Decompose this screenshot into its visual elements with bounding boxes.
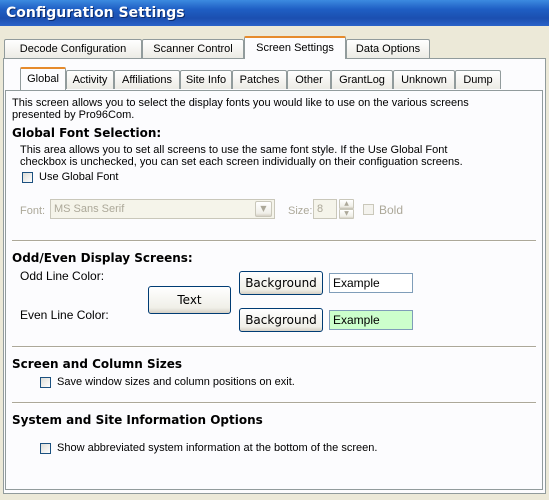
tab-decode-configuration[interactable]: Decode Configuration bbox=[4, 39, 142, 58]
tab-screen-settings[interactable]: Screen Settings bbox=[244, 36, 346, 59]
odd-even-heading: Odd/Even Display Screens: bbox=[12, 251, 193, 265]
even-line-color-label: Even Line Color: bbox=[20, 308, 109, 322]
bold-label: Bold bbox=[379, 203, 404, 217]
global-font-desc-line2: checkbox is unchecked, you can set each … bbox=[20, 156, 463, 168]
even-background-button[interactable]: Background bbox=[239, 308, 323, 332]
font-select-value: MS Sans Serif bbox=[54, 203, 125, 215]
text-color-button[interactable]: Text bbox=[148, 286, 231, 314]
font-dropdown-button[interactable]: ▼ bbox=[255, 201, 272, 217]
save-sizes-label: Save window sizes and column positions o… bbox=[57, 376, 295, 388]
tab-unknown[interactable]: Unknown bbox=[393, 70, 455, 89]
tab-site-info[interactable]: Site Info bbox=[180, 70, 232, 89]
tab-data-options[interactable]: Data Options bbox=[346, 39, 430, 58]
divider bbox=[12, 240, 536, 242]
tab-grantlog[interactable]: GrantLog bbox=[331, 70, 393, 89]
chevron-up-icon: ▲ bbox=[344, 200, 349, 207]
font-select[interactable]: MS Sans Serif bbox=[50, 199, 275, 219]
size-input[interactable]: 8 bbox=[313, 199, 337, 219]
odd-background-button[interactable]: Background bbox=[239, 271, 323, 295]
odd-line-color-label: Odd Line Color: bbox=[20, 269, 105, 283]
size-up-button[interactable]: ▲ bbox=[339, 199, 354, 209]
sizes-heading: Screen and Column Sizes bbox=[12, 357, 183, 371]
tab-dump[interactable]: Dump bbox=[455, 70, 501, 89]
bold-checkbox[interactable] bbox=[363, 204, 374, 215]
tab-global[interactable]: Global bbox=[20, 67, 66, 90]
system-info-heading: System and Site Information Options bbox=[12, 413, 263, 427]
window-title: Configuration Settings bbox=[0, 0, 549, 26]
odd-example-box: Example bbox=[329, 273, 413, 293]
even-example-box: Example bbox=[329, 310, 413, 330]
tab-other[interactable]: Other bbox=[287, 70, 331, 89]
chevron-down-icon: ▼ bbox=[260, 204, 267, 213]
intro-text-line2: presented by Pro96Com. bbox=[12, 109, 135, 121]
font-label: Font: bbox=[20, 205, 46, 217]
save-sizes-checkbox[interactable] bbox=[40, 377, 51, 388]
show-system-info-label: Show abbreviated system information at t… bbox=[57, 442, 378, 454]
divider bbox=[12, 402, 536, 404]
divider bbox=[12, 346, 536, 348]
tab-affiliations[interactable]: Affiliations bbox=[114, 70, 180, 89]
size-down-button[interactable]: ▼ bbox=[339, 209, 354, 219]
intro-text-line1: This screen allows you to select the dis… bbox=[12, 97, 469, 109]
use-global-font-label: Use Global Font bbox=[39, 171, 119, 183]
chevron-down-icon: ▼ bbox=[344, 210, 349, 217]
size-label: Size: bbox=[288, 205, 313, 217]
tab-activity[interactable]: Activity bbox=[66, 70, 114, 89]
global-font-desc-line1: This area allows you to set all screens … bbox=[20, 144, 448, 156]
global-tab-panel: This screen allows you to select the dis… bbox=[5, 90, 543, 490]
tab-patches[interactable]: Patches bbox=[232, 70, 287, 89]
tab-scanner-control[interactable]: Scanner Control bbox=[142, 39, 244, 58]
use-global-font-checkbox[interactable] bbox=[22, 172, 33, 183]
global-font-heading: Global Font Selection: bbox=[12, 126, 162, 140]
show-system-info-checkbox[interactable] bbox=[40, 443, 51, 454]
